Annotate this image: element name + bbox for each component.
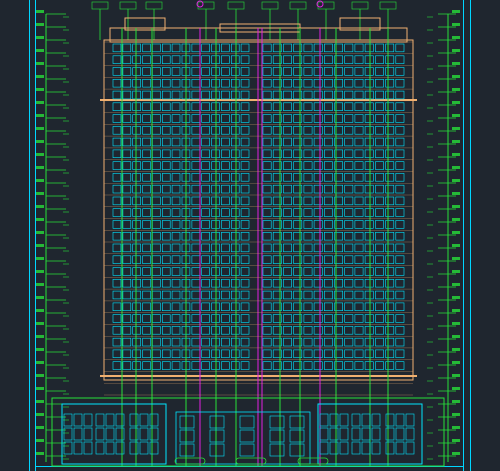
level-marker-icon: [36, 205, 44, 208]
level-marker-icon: [36, 49, 44, 52]
level-marker-icon: [36, 400, 44, 403]
level-marker-icon: [452, 75, 460, 78]
level-marker-icon: [36, 140, 44, 143]
level-marker-icon: [36, 413, 44, 416]
level-marker-icon: [452, 140, 460, 143]
level-marker-icon: [452, 179, 460, 182]
level-marker-icon: [452, 361, 460, 364]
level-marker-icon: [452, 231, 460, 234]
level-marker-icon: [36, 387, 44, 390]
level-marker-icon: [452, 23, 460, 26]
level-marker-icon: [452, 270, 460, 273]
level-marker-icon: [452, 348, 460, 351]
level-marker-icon: [452, 387, 460, 390]
elevation-drawing: [0, 0, 500, 471]
level-marker-icon: [36, 296, 44, 299]
level-marker-icon: [36, 36, 44, 39]
level-marker-icon: [452, 452, 460, 455]
level-marker-icon: [452, 218, 460, 221]
level-marker-icon: [452, 205, 460, 208]
level-marker-icon: [452, 374, 460, 377]
level-marker-icon: [36, 335, 44, 338]
level-marker-icon: [452, 10, 460, 13]
level-marker-icon: [36, 166, 44, 169]
level-marker-icon: [452, 101, 460, 104]
level-marker-icon: [452, 426, 460, 429]
level-marker-icon: [36, 101, 44, 104]
level-marker-icon: [36, 322, 44, 325]
level-marker-icon: [452, 335, 460, 338]
level-marker-icon: [36, 426, 44, 429]
level-marker-icon: [452, 257, 460, 260]
level-marker-icon: [452, 49, 460, 52]
level-marker-icon: [36, 348, 44, 351]
canvas-background: [0, 0, 500, 471]
level-marker-icon: [452, 309, 460, 312]
level-marker-icon: [36, 257, 44, 260]
level-marker-icon: [36, 309, 44, 312]
level-marker-icon: [36, 231, 44, 234]
level-marker-icon: [452, 127, 460, 130]
level-marker-icon: [452, 153, 460, 156]
level-marker-icon: [452, 62, 460, 65]
level-marker-icon: [452, 296, 460, 299]
level-marker-icon: [452, 36, 460, 39]
level-marker-icon: [452, 413, 460, 416]
level-marker-icon: [452, 283, 460, 286]
level-marker-icon: [452, 244, 460, 247]
level-marker-icon: [452, 439, 460, 442]
level-marker-icon: [36, 270, 44, 273]
level-marker-icon: [452, 400, 460, 403]
level-marker-icon: [36, 127, 44, 130]
level-marker-icon: [36, 62, 44, 65]
level-marker-icon: [36, 361, 44, 364]
level-marker-icon: [36, 218, 44, 221]
level-marker-icon: [452, 192, 460, 195]
level-marker-icon: [36, 88, 44, 91]
level-marker-icon: [36, 244, 44, 247]
level-marker-icon: [36, 114, 44, 117]
level-marker-icon: [36, 439, 44, 442]
level-marker-icon: [452, 88, 460, 91]
level-marker-icon: [452, 166, 460, 169]
level-marker-icon: [36, 10, 44, 13]
level-marker-icon: [36, 179, 44, 182]
level-marker-icon: [36, 75, 44, 78]
level-marker-icon: [36, 192, 44, 195]
level-marker-icon: [452, 114, 460, 117]
level-marker-icon: [36, 153, 44, 156]
level-marker-icon: [36, 283, 44, 286]
level-marker-icon: [36, 452, 44, 455]
level-marker-icon: [452, 322, 460, 325]
level-marker-icon: [36, 23, 44, 26]
level-marker-icon: [36, 374, 44, 377]
